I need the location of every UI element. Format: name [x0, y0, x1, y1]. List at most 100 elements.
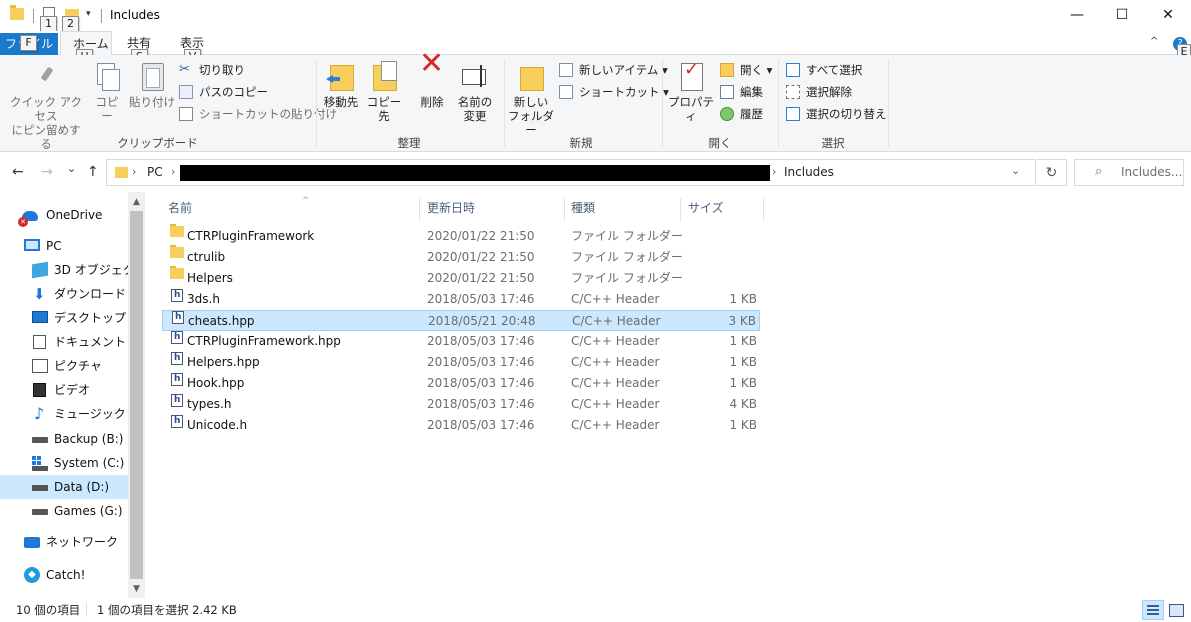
nav-item-onedrive[interactable]: ✕ OneDrive	[0, 203, 128, 227]
system-drive-icon	[32, 456, 48, 471]
address-dropdown-icon[interactable]: ⌄	[1011, 164, 1020, 177]
copy-button[interactable]: コピー	[90, 61, 124, 123]
scissors-icon	[179, 60, 193, 80]
column-header-date[interactable]: 更新日時	[421, 198, 565, 222]
nav-item-downloads[interactable]: ⬇ ダウンロード	[0, 282, 128, 306]
table-row[interactable]: types.h 2018/05/03 17:46 C/C++ Header 4 …	[162, 390, 760, 415]
nav-item-pictures[interactable]: ピクチャ	[0, 354, 128, 378]
copy-to-button[interactable]: コピー先	[362, 61, 406, 123]
cut-button[interactable]: 切り取り	[179, 60, 245, 80]
recent-locations-button[interactable]: ⌄	[67, 162, 76, 175]
table-row[interactable]: Unicode.h 2018/05/03 17:46 C/C++ Header …	[162, 411, 760, 436]
close-button[interactable]: ✕	[1145, 0, 1191, 31]
breadcrumb-pc[interactable]: PC	[147, 165, 163, 179]
move-to-button[interactable]: 移動先	[320, 61, 362, 109]
table-row-selected[interactable]: cheats.hpp 2018/05/21 20:48 C/C++ Header…	[162, 307, 760, 331]
file-type: C/C++ Header	[571, 418, 660, 432]
redacted-path	[180, 165, 770, 181]
invert-selection-button[interactable]: 選択の切り替え	[786, 104, 887, 124]
scroll-down-icon[interactable]: ▼	[128, 581, 145, 598]
table-row[interactable]: ctrulib 2020/01/22 21:50 ファイル フォルダー	[162, 245, 760, 268]
table-row[interactable]: Hook.hpp 2018/05/03 17:46 C/C++ Header 1…	[162, 369, 760, 394]
open-icon	[720, 63, 734, 77]
header-file-icon	[171, 348, 183, 369]
delete-button[interactable]: 削除	[414, 57, 450, 109]
file-name: ctrulib	[187, 250, 226, 264]
breadcrumb-separator[interactable]: ›	[132, 165, 136, 178]
nav-item-videos[interactable]: ビデオ	[0, 378, 128, 402]
open-button[interactable]: 開く ▾	[720, 60, 772, 80]
breadcrumb-separator[interactable]: ›	[171, 165, 175, 178]
nav-item-backup-drive[interactable]: Backup (B:)	[0, 427, 128, 451]
title-separator	[101, 9, 102, 23]
search-icon: ⌕	[1095, 164, 1103, 179]
column-header-type[interactable]: 種類	[565, 198, 681, 222]
navigation-pane-scrollbar[interactable]: ▲ ▼	[128, 192, 145, 598]
file-name: Helpers.hpp	[187, 355, 260, 369]
copy-path-button[interactable]: パスのコピー	[179, 82, 268, 102]
maximize-button[interactable]: ☐	[1099, 0, 1145, 31]
file-date: 2018/05/03 17:46	[427, 376, 535, 390]
forward-button[interactable]: →	[41, 164, 53, 180]
collapse-ribbon-icon[interactable]: ^	[1150, 36, 1158, 47]
nav-item-music[interactable]: ♪ ミュージック	[0, 402, 128, 426]
copy-to-icon	[369, 61, 399, 91]
copy-path-label: パスのコピー	[199, 85, 268, 99]
paste-shortcut-button[interactable]: ショートカットの貼り付け	[179, 104, 337, 124]
minimize-button[interactable]: —	[1054, 0, 1100, 31]
paste-button[interactable]: 貼り付け	[129, 61, 175, 109]
search-input[interactable]: ⌕ Includes...	[1074, 159, 1184, 186]
scroll-up-icon[interactable]: ▲	[128, 194, 145, 211]
table-row[interactable]: CTRPluginFramework.hpp 2018/05/03 17:46 …	[162, 327, 760, 352]
column-header-label: 種類	[571, 201, 596, 215]
nav-item-data-drive[interactable]: Data (D:)	[0, 475, 128, 499]
easy-access-button[interactable]: ショートカット ▾	[559, 82, 669, 102]
address-bar[interactable]: › PC › › Includes ⌄	[106, 159, 1036, 186]
nav-item-pc[interactable]: PC	[0, 234, 128, 258]
nav-item-3d-objects[interactable]: 3D オブジェクト	[0, 258, 147, 282]
nav-item-network[interactable]: ネットワーク	[0, 530, 128, 554]
nav-item-system-drive[interactable]: System (C:)	[0, 451, 128, 475]
easy-access-label: ショートカット ▾	[579, 85, 669, 99]
select-none-button[interactable]: 選択解除	[786, 82, 852, 102]
nav-item-label: PC	[46, 239, 62, 253]
edit-button[interactable]: 編集	[720, 82, 763, 102]
customize-quick-access-dropdown[interactable]: ▾	[86, 9, 91, 19]
column-header-name[interactable]: ^ 名前	[162, 196, 420, 222]
new-item-button[interactable]: 新しいアイテム ▾	[559, 60, 668, 80]
drive-icon	[32, 485, 48, 491]
properties-button[interactable]: プロパティ	[666, 61, 716, 123]
nav-item-label: Data (D:)	[54, 480, 110, 494]
table-row[interactable]: Helpers.hpp 2018/05/03 17:46 C/C++ Heade…	[162, 348, 760, 373]
large-icons-view-icon[interactable]	[1165, 600, 1187, 620]
column-header-size[interactable]: サイズ	[682, 198, 764, 222]
up-button[interactable]: ↑	[87, 164, 99, 180]
copy-path-icon	[179, 85, 193, 99]
history-button[interactable]: 履歴	[720, 104, 763, 124]
back-button[interactable]: ←	[12, 164, 24, 180]
refresh-button[interactable]: ↻	[1037, 159, 1067, 186]
paste-icon	[137, 61, 167, 91]
table-row[interactable]: Helpers 2020/01/22 21:50 ファイル フォルダー	[162, 266, 760, 289]
details-view-icon[interactable]	[1142, 600, 1164, 620]
pin-to-quick-access-button[interactable]: クイック アクセス にピン留めする	[6, 61, 86, 151]
rename-button[interactable]: 名前の 変更	[455, 61, 495, 123]
nav-item-documents[interactable]: ドキュメント	[0, 330, 128, 354]
nav-item-desktop[interactable]: デスクトップ	[0, 306, 128, 330]
file-name: cheats.hpp	[188, 314, 255, 328]
nav-item-catch[interactable]: ◆ Catch!	[0, 563, 128, 587]
search-placeholder: Includes...	[1121, 165, 1183, 179]
file-type: C/C++ Header	[571, 376, 660, 390]
new-folder-button[interactable]: 新しい フォルダー	[508, 61, 554, 137]
nav-item-games-drive[interactable]: Games (G:)	[0, 499, 128, 523]
open-label: 開く ▾	[740, 63, 773, 77]
table-row[interactable]: 3ds.h 2018/05/03 17:46 C/C++ Header 1 KB	[162, 285, 760, 310]
quick-access-separator	[33, 9, 34, 23]
breadcrumb-separator[interactable]: ›	[772, 165, 776, 178]
breadcrumb-current[interactable]: Includes	[784, 165, 834, 179]
scrollbar-thumb[interactable]	[130, 211, 143, 579]
select-all-button[interactable]: すべて選択	[786, 60, 862, 80]
file-date: 2020/01/22 21:50	[427, 271, 535, 285]
nav-item-label: デスクトップ	[54, 311, 127, 325]
table-row[interactable]: CTRPluginFramework 2020/01/22 21:50 ファイル…	[162, 224, 760, 247]
